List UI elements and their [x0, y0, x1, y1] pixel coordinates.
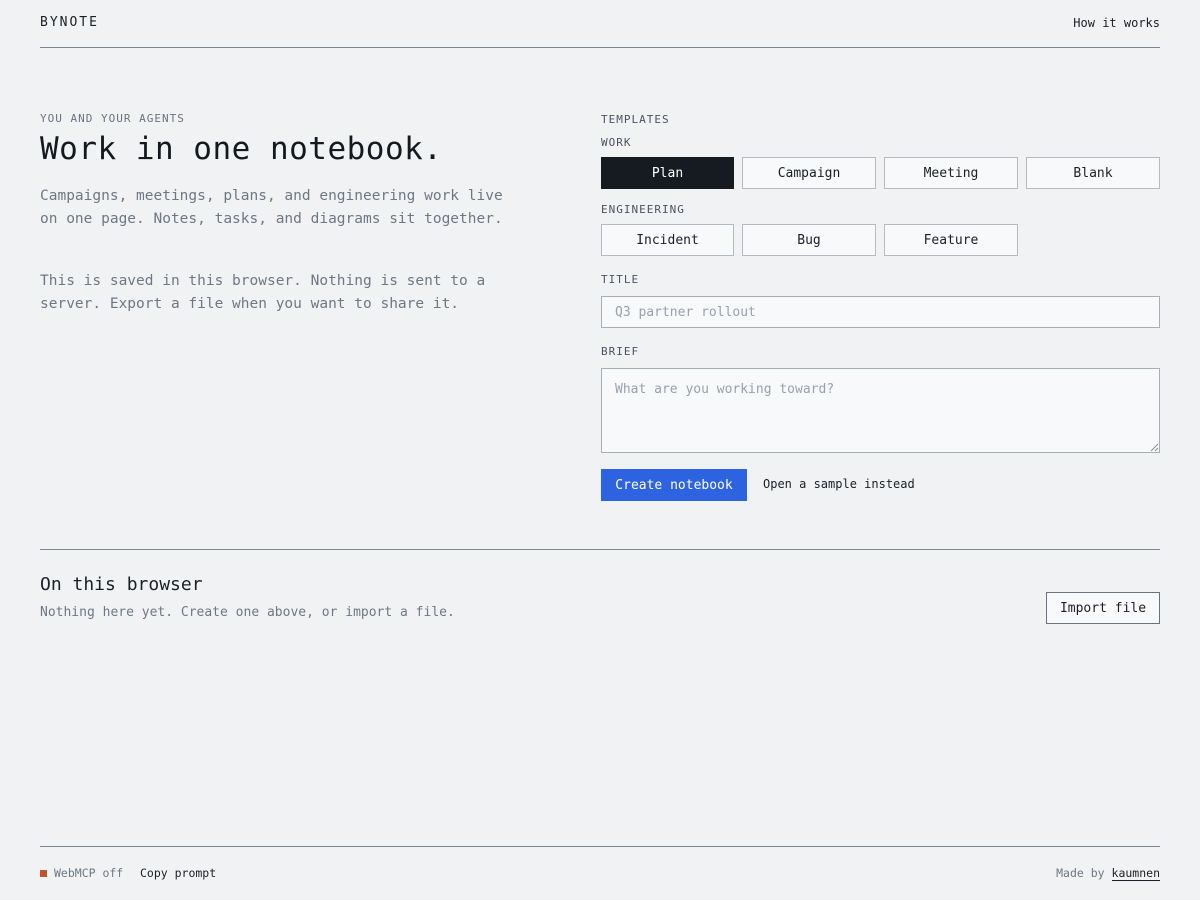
title-label: TITLE — [601, 273, 640, 286]
page-title: Work in one notebook. — [40, 131, 443, 167]
create-notebook-button[interactable]: Create notebook — [601, 469, 747, 501]
template-blank-button[interactable]: Blank — [1026, 157, 1160, 189]
template-meeting-button[interactable]: Meeting — [884, 157, 1018, 189]
template-plan-button[interactable]: Plan — [601, 157, 734, 189]
intro-paragraph: Campaigns, meetings, plans, and engineer… — [40, 188, 503, 227]
how-it-works-link[interactable]: How it works — [1073, 16, 1160, 30]
brief-textarea[interactable] — [601, 368, 1160, 453]
empty-state-text: Nothing here yet. Create one above, or i… — [40, 605, 455, 620]
import-file-button[interactable]: Import file — [1046, 592, 1160, 624]
template-campaign-button[interactable]: Campaign — [742, 157, 876, 189]
status-indicator-icon — [40, 870, 47, 877]
site-footer: WebMCP off Copy prompt Made by kaumnen — [40, 860, 1160, 888]
browser-section-title: On this browser — [40, 574, 203, 595]
section-divider — [40, 549, 1160, 550]
brand-logo[interactable]: BYNOTE — [40, 15, 99, 30]
storage-note: This is saved in this browser. Nothing i… — [40, 273, 486, 312]
hero-eyebrow: YOU AND YOUR AGENTS — [40, 112, 185, 125]
site-header: BYNOTE How it works — [40, 0, 1160, 48]
brief-label: BRIEF — [601, 345, 640, 358]
webmcp-status: WebMCP off — [54, 866, 124, 880]
resize-grip-icon[interactable] — [1149, 442, 1159, 452]
author-link[interactable]: kaumnen — [1111, 866, 1160, 881]
copy-prompt-link[interactable]: Copy prompt — [140, 866, 216, 880]
title-input[interactable] — [601, 296, 1160, 328]
footer-divider — [40, 846, 1160, 847]
template-bug-button[interactable]: Bug — [742, 224, 876, 256]
work-templates-label: WORK — [601, 136, 632, 149]
made-by-prefix: Made by — [1056, 866, 1105, 880]
templates-label: TEMPLATES — [601, 113, 670, 126]
made-by-credit: Made by kaumnen — [1056, 866, 1160, 881]
open-sample-link[interactable]: Open a sample instead — [763, 477, 915, 491]
template-incident-button[interactable]: Incident — [601, 224, 734, 256]
engineering-templates-label: ENGINEERING — [601, 203, 685, 216]
template-feature-button[interactable]: Feature — [884, 224, 1018, 256]
